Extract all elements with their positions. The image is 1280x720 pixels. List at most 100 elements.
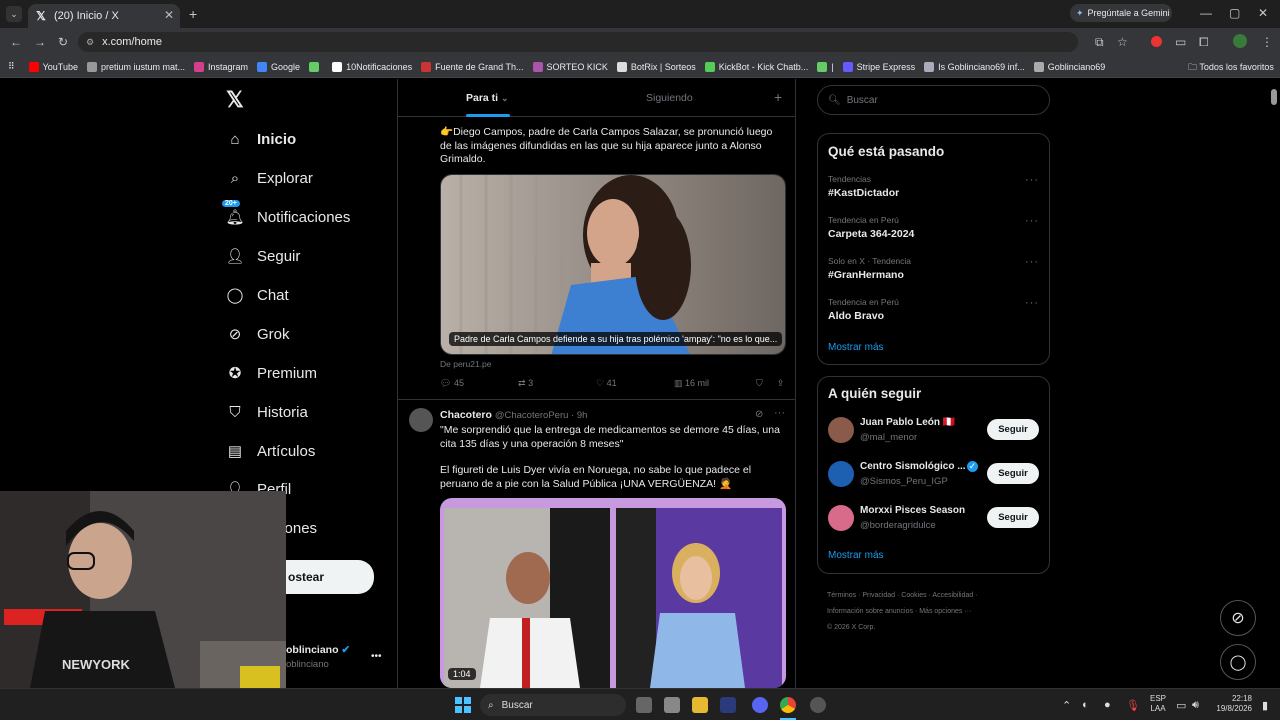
install-icon[interactable]: ⧉ [1095, 35, 1104, 50]
trends-show-more[interactable]: Mostrar más [828, 342, 884, 353]
gemini-button[interactable]: ✦ Pregúntale a Gemini [1070, 4, 1172, 22]
follow-avatar[interactable] [828, 505, 854, 531]
clock[interactable]: 22:18 19/8/2026 [1212, 694, 1252, 714]
language-indicator[interactable]: ESP LAA [1150, 694, 1166, 714]
share-icon[interactable]: ⇪ [777, 378, 785, 389]
trend-more-icon[interactable]: ··· [1025, 215, 1039, 227]
trend-item[interactable]: Tendencia en Perú Aldo Bravo [828, 297, 899, 322]
extension-red-icon[interactable] [1151, 36, 1162, 47]
site-info-icon[interactable]: ⚙ [86, 37, 94, 48]
account-more-icon[interactable]: ••• [371, 651, 382, 662]
bookmark-icon[interactable]: ⛉ [756, 378, 763, 389]
file-explorer-icon[interactable] [692, 697, 708, 713]
bookmark-item[interactable]: 10Notificaciones [332, 61, 412, 72]
sidebar-item-explorar[interactable]: ⌕ Explorar [226, 169, 313, 187]
scrollbar-thumb[interactable] [1271, 89, 1277, 105]
bookmark-item[interactable]: Google [257, 61, 300, 72]
bookmark-item[interactable]: KickBot - Kick Chatb... [704, 61, 808, 72]
sidebar-item-inicio[interactable]: ⌂ Inicio [226, 130, 296, 148]
maximize-icon[interactable]: ▢ [1229, 6, 1240, 20]
volume-icon[interactable]: 🔊︎ [1192, 699, 1199, 712]
messages-float-button[interactable]: ◯ [1220, 644, 1256, 680]
search-input[interactable]: 🔍︎ Buscar [817, 85, 1050, 115]
sidebar-item-grok[interactable]: ⊘ Grok [226, 325, 290, 344]
close-window-icon[interactable]: ✕ [1258, 6, 1268, 20]
like-button[interactable]: ♡ 41 [596, 378, 674, 389]
extension-icon[interactable]: ▭ [1175, 35, 1186, 49]
task-view-icon[interactable] [636, 697, 652, 713]
follow-button[interactable]: Seguir [987, 463, 1039, 484]
profile-avatar-icon[interactable] [1233, 34, 1247, 48]
views-button[interactable]: ▥ 16 mil [674, 378, 752, 389]
follow-name[interactable]: Juan Pablo León 🇵🇪 [860, 417, 955, 428]
reply-button[interactable]: 💬︎ 45 [440, 378, 518, 389]
sidebar-item-notificaciones[interactable]: 🔔︎ Notificaciones 20+ [222, 200, 350, 226]
trend-item[interactable]: Solo en X · Tendencia #GranHermano [828, 256, 911, 281]
sidebar-item-artículos[interactable]: ▤ Artículos [226, 442, 315, 461]
menu-icon[interactable]: ⋮ [1261, 35, 1273, 49]
forward-icon[interactable]: → [34, 35, 46, 49]
bookmark-item[interactable]: SORTEO KICK [532, 61, 608, 72]
follow-avatar[interactable] [828, 417, 854, 443]
grok-float-button[interactable]: ⊘ [1220, 600, 1256, 636]
new-tab-button[interactable]: + [189, 6, 197, 22]
bookmark-item[interactable]: Stripe Express [842, 61, 915, 72]
tab-list-icon[interactable]: ⌄ [6, 6, 22, 22]
photoshop-icon[interactable] [720, 697, 736, 713]
account-name[interactable]: oblinciano ✔ [286, 644, 350, 656]
taskbar-search[interactable]: ⌕ Buscar [480, 694, 626, 716]
tweet1-source[interactable]: De peru21.pe [440, 359, 492, 369]
all-bookmarks-button[interactable]: 🗀 Todos los favoritos [1188, 60, 1274, 76]
trend-more-icon[interactable]: ··· [1025, 297, 1039, 309]
follow-button[interactable]: Seguir [987, 419, 1039, 440]
bookmark-item[interactable]: Instagram [194, 61, 248, 72]
trend-item[interactable]: Tendencia en Perú Carpeta 364-2024 [828, 215, 914, 240]
bookmark-item[interactable]: Fuente de Grand Th... [421, 61, 524, 72]
discord-icon[interactable] [752, 697, 768, 713]
sidebar-item-seguir[interactable]: 👤︎ Seguir [225, 247, 300, 266]
app-icon[interactable] [664, 697, 680, 713]
footer-links[interactable]: Términos · Privacidad · Cookies · Accesi… [827, 588, 978, 636]
start-button[interactable] [455, 697, 471, 713]
url-bar[interactable]: ⚙ x.com/home [78, 32, 1078, 52]
tweet1-link-card[interactable]: Padre de Carla Campos defiende a su hija… [440, 174, 786, 355]
follow-name[interactable]: Morxxi Pisces Season [860, 505, 965, 516]
sidebar-item-chat[interactable]: ◯ Chat [226, 286, 289, 305]
trend-more-icon[interactable]: ··· [1025, 256, 1039, 268]
back-icon[interactable]: ← [10, 35, 22, 49]
trend-more-icon[interactable]: ··· [1025, 174, 1039, 186]
apps-icon[interactable]: ⠿ [8, 61, 15, 72]
bookmark-item[interactable]: BotRix | Sorteos [616, 61, 696, 72]
grok-icon[interactable]: ⊘ [755, 409, 763, 420]
more-icon[interactable]: ··· [774, 407, 785, 419]
follow-avatar[interactable] [828, 461, 854, 487]
puzzle-icon[interactable]: ⧠ [1199, 35, 1209, 50]
bookmark-item[interactable]: YouTube [28, 61, 78, 72]
bookmark-item[interactable]: | [817, 61, 834, 72]
tray-app2-icon[interactable]: ● [1104, 699, 1111, 711]
tab-para-ti[interactable]: Para ti ⌄ [466, 92, 509, 104]
mic-icon[interactable]: 🎙︎ [1126, 699, 1140, 712]
follow-show-more[interactable]: Mostrar más [828, 550, 884, 561]
bookmark-item[interactable]: Is Goblinciano69 inf... [924, 61, 1025, 72]
follow-name[interactable]: Centro Sismológico ... [860, 461, 966, 472]
x-logo-icon[interactable]: 𝕏 [226, 87, 244, 113]
tray-chevron-icon[interactable]: ⌃ [1062, 699, 1071, 712]
tab-siguiendo[interactable]: Siguiendo [646, 92, 693, 104]
bookmark-item[interactable] [309, 61, 323, 72]
chrome-icon[interactable] [780, 697, 796, 713]
tray-app-icon[interactable]: ◐ [1082, 699, 1089, 711]
tweet2-author-name[interactable]: Chacotero [440, 409, 492, 421]
close-tab-icon[interactable]: ✕ [164, 8, 174, 22]
repost-button[interactable]: ⇄ 3 [518, 378, 596, 389]
chacotero-avatar[interactable] [409, 408, 433, 432]
bookmark-item[interactable]: Goblinciano69 [1033, 61, 1105, 72]
reload-icon[interactable]: ↻ [58, 35, 68, 49]
app2-icon[interactable] [810, 697, 826, 713]
follow-button[interactable]: Seguir [987, 507, 1039, 528]
trend-item[interactable]: Tendencias #KastDictador [828, 174, 899, 199]
add-feed-icon[interactable]: + [774, 89, 782, 105]
bookmark-item[interactable]: pretium iustum mat... [86, 61, 185, 72]
tab-x-home[interactable]: 𝕏 (20) Inicio / X ✕ [28, 4, 180, 28]
tweet2-handle[interactable]: @ChacoteroPeru · 9h [495, 410, 588, 421]
